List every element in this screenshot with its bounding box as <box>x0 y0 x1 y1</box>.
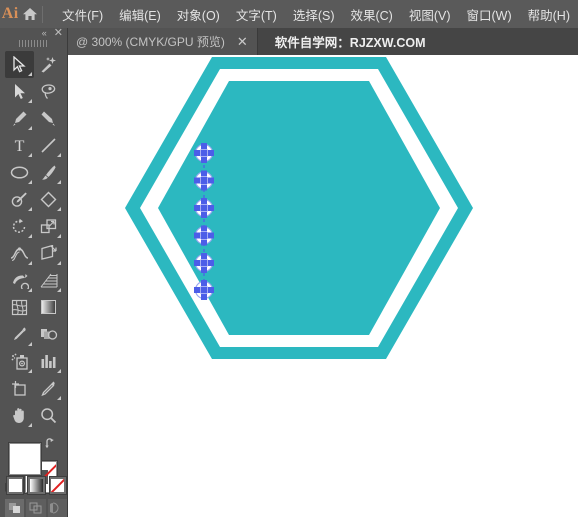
document-tab[interactable]: @ 300% (CMYK/GPU 预览) ✕ <box>68 28 258 55</box>
tool-free-transform-tool[interactable] <box>34 240 63 267</box>
menu-divider <box>41 5 43 23</box>
close-icon[interactable]: ✕ <box>234 35 251 48</box>
menu-item-help[interactable]: 帮助(H) <box>520 1 578 28</box>
tool-perspective-grid-tool[interactable] <box>34 267 63 294</box>
fill-color-swatch[interactable] <box>9 442 41 475</box>
flyout-indicator-icon <box>28 233 32 238</box>
tools-panel: « ✕ T <box>0 28 68 517</box>
draw-inside-mode-button[interactable] <box>47 499 67 517</box>
tool-line-segment-tool[interactable] <box>34 132 63 159</box>
draw-mode-buttons <box>0 495 67 517</box>
solid-color-icon <box>8 479 22 492</box>
menu-item-list: 文件(F) 编辑(E) 对象(O) 文字(T) 选择(S) 效果(C) 视图(V… <box>46 1 578 28</box>
flyout-indicator-icon <box>28 206 32 211</box>
watermark-text: 软件自学网：RJZXW.COM <box>274 36 426 50</box>
flyout-indicator-icon <box>28 287 32 292</box>
close-panel-icon[interactable]: ✕ <box>54 28 63 39</box>
flyout-indicator-icon <box>57 233 61 238</box>
menu-item-object[interactable]: 对象(O) <box>169 1 228 28</box>
draw-normal-mode-button[interactable] <box>5 499 25 517</box>
artwork-hexagon[interactable] <box>68 55 578 517</box>
tool-direct-selection-tool[interactable] <box>5 78 34 105</box>
tool-gradient-tool[interactable] <box>34 294 63 321</box>
document-tab-bar: @ 300% (CMYK/GPU 预览) ✕ 软件自学网：RJZXW.COM <box>0 28 578 55</box>
flyout-indicator-icon <box>57 260 61 265</box>
tool-eraser-tool[interactable] <box>34 186 63 213</box>
flyout-indicator-icon <box>57 287 61 292</box>
menu-item-window[interactable]: 窗口(W) <box>459 1 520 28</box>
tool-column-graph-tool[interactable] <box>34 348 63 375</box>
color-controls <box>0 435 67 493</box>
tool-slice-tool[interactable] <box>34 375 63 402</box>
flyout-indicator-icon <box>57 152 61 157</box>
none-fill-mode-button[interactable] <box>48 476 67 495</box>
flyout-indicator-icon <box>28 152 32 157</box>
menu-item-type[interactable]: 文字(T) <box>228 1 285 28</box>
tools-panel-header: « ✕ <box>0 28 67 39</box>
panel-drag-handle[interactable] <box>0 39 67 49</box>
tool-mesh-tool[interactable] <box>5 294 34 321</box>
tool-pen-tool[interactable] <box>5 105 34 132</box>
no-color-icon <box>51 479 65 492</box>
tool-selection-tool[interactable] <box>5 50 34 78</box>
flyout-indicator-icon <box>28 179 32 184</box>
flyout-indicator-icon <box>28 341 32 346</box>
tool-rotate-tool[interactable] <box>5 213 34 240</box>
gradient-fill-mode-button[interactable] <box>27 476 46 495</box>
tool-scale-tool[interactable] <box>34 213 63 240</box>
draw-behind-mode-button[interactable] <box>26 499 46 517</box>
flyout-indicator-icon <box>28 71 32 76</box>
app-logo: Ai <box>1 5 19 22</box>
tool-zoom-tool[interactable] <box>34 402 63 429</box>
tool-eyedropper-tool[interactable] <box>5 321 34 348</box>
tool-symbol-sprayer-tool[interactable] <box>5 348 34 375</box>
flyout-indicator-icon <box>57 179 61 184</box>
menu-item-effect[interactable]: 效果(C) <box>342 1 400 28</box>
grip-dots-icon <box>18 40 49 48</box>
tool-artboard-tool[interactable] <box>5 375 34 402</box>
flyout-indicator-icon <box>28 98 32 103</box>
flyout-indicator-icon <box>57 206 61 211</box>
flyout-indicator-icon <box>57 395 61 400</box>
canvas-artboard[interactable] <box>68 55 578 517</box>
flyout-indicator-icon <box>28 125 32 130</box>
swap-fill-stroke-icon[interactable] <box>45 437 58 450</box>
tool-shape-builder-tool[interactable] <box>5 267 34 294</box>
svg-text:T: T <box>15 138 25 154</box>
color-fill-mode-button[interactable] <box>6 476 25 495</box>
tool-lasso-tool[interactable] <box>34 78 63 105</box>
collapse-panel-icon[interactable]: « <box>42 29 47 38</box>
tool-grid: T <box>0 49 67 429</box>
gradient-icon <box>29 479 43 492</box>
tool-width-tool[interactable] <box>5 240 34 267</box>
menu-bar: Ai 文件(F) 编辑(E) 对象(O) 文字(T) 选择(S) 效果(C) 视… <box>0 0 578 28</box>
tool-blend-tool[interactable] <box>34 321 63 348</box>
home-icon[interactable] <box>20 0 39 28</box>
fill-mode-buttons <box>0 474 67 495</box>
tool-hand-tool[interactable] <box>5 402 34 429</box>
flyout-indicator-icon <box>28 260 32 265</box>
tool-paintbrush-tool[interactable] <box>34 159 63 186</box>
document-tab-label: @ 300% (CMYK/GPU 预览) <box>76 35 225 49</box>
menu-item-view[interactable]: 视图(V) <box>401 1 459 28</box>
flyout-indicator-icon <box>57 368 61 373</box>
flyout-indicator-icon <box>28 368 32 373</box>
tool-shaper-tool[interactable] <box>5 186 34 213</box>
menu-item-file[interactable]: 文件(F) <box>54 1 111 28</box>
illustrator-window: Ai 文件(F) 编辑(E) 对象(O) 文字(T) 选择(S) 效果(C) 视… <box>0 0 578 517</box>
flyout-indicator-icon <box>28 422 32 427</box>
tool-magic-wand-tool[interactable] <box>34 51 63 78</box>
menu-item-select[interactable]: 选择(S) <box>285 1 343 28</box>
tool-type-tool[interactable]: T <box>5 132 34 159</box>
tool-ellipse-tool[interactable] <box>5 159 34 186</box>
menu-item-edit[interactable]: 编辑(E) <box>111 1 169 28</box>
tool-curvature-tool[interactable] <box>34 105 63 132</box>
